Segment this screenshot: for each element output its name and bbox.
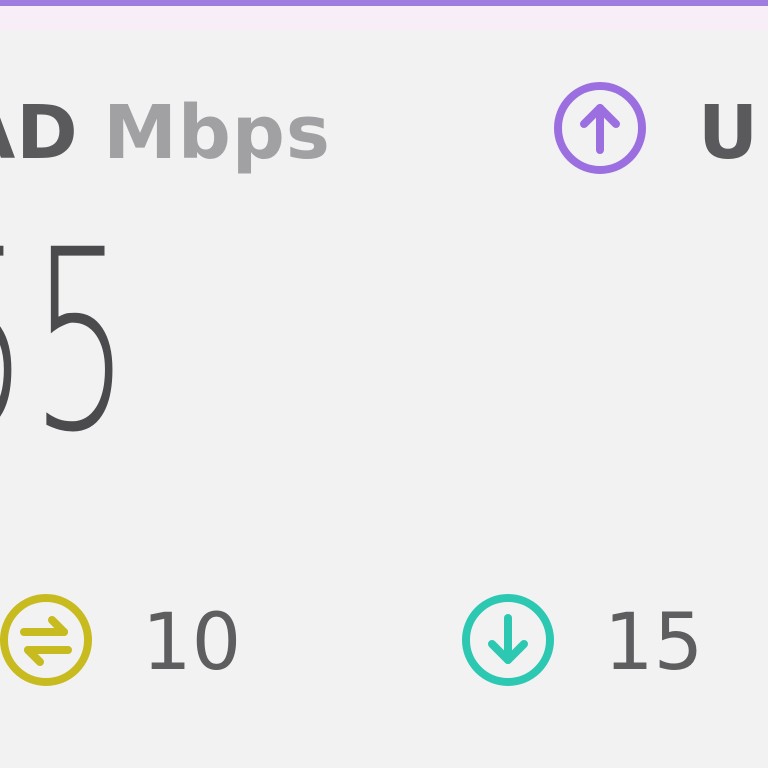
download-label: AD Mbps [0, 88, 331, 178]
jitter-value: 15 [604, 598, 704, 688]
ping-value: 10 [142, 598, 242, 688]
header-band [0, 6, 768, 30]
arrow-up-circle-icon [552, 80, 648, 176]
upload-label: U [698, 90, 759, 176]
download-label-text: AD [0, 90, 79, 176]
speed-test-results-panel: AD Mbps 55 U 10 15 [0, 0, 768, 768]
download-unit: Mbps [103, 90, 331, 176]
ping-arrows-circle-icon [0, 592, 94, 688]
download-value: 55 [0, 196, 133, 487]
arrow-down-circle-icon [460, 592, 556, 688]
